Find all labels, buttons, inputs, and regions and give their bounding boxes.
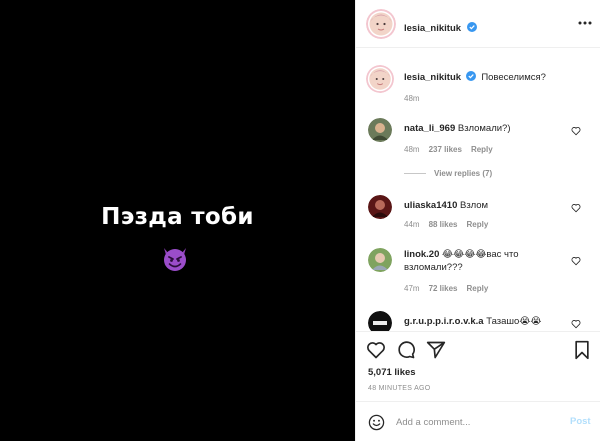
post-actions: 5,071 likes 48 MINUTES AGO (356, 331, 600, 401)
add-comment-bar: Post (356, 401, 600, 441)
caption-avatar[interactable] (366, 65, 394, 93)
comment-time[interactable]: 44m (404, 220, 420, 229)
avatar-image (366, 9, 396, 39)
caption-text: Повеселимся? (481, 72, 546, 83)
comment-line: nata_li_969 Взломали?) (404, 123, 511, 134)
comment-avatar[interactable] (368, 248, 392, 272)
avatar-image (366, 65, 394, 93)
avatar-image (368, 195, 392, 219)
comment-username[interactable]: linok.20 (404, 249, 439, 260)
reply-button[interactable]: Reply (466, 220, 488, 229)
bookmark-icon[interactable] (572, 340, 592, 360)
likes-count[interactable]: 5,071 likes (368, 367, 416, 378)
avatar-image (368, 248, 392, 272)
comment-bubble-icon[interactable] (396, 340, 416, 360)
like-comment-heart-icon[interactable] (571, 256, 581, 266)
reply-button[interactable]: Reply (471, 145, 493, 154)
comment-username[interactable]: uliaska1410 (404, 200, 457, 211)
verified-badge-icon (467, 22, 478, 32)
emoji-smile-icon[interactable] (368, 414, 385, 431)
view-replies-label: View replies (7) (434, 169, 493, 178)
comments-list[interactable]: lesia_nikituk Повеселимся? 48m nata_li_9… (356, 49, 600, 331)
add-comment-input[interactable] (396, 414, 556, 430)
comment-text: Тазашо😭😭 (486, 316, 542, 327)
post-timestamp[interactable]: 48 MINUTES AGO (368, 385, 431, 392)
avatar-image (368, 118, 392, 142)
comment-line: g.r.u.p.p.i.r.o.v.k.a Тазашо😭😭 (404, 316, 542, 327)
post-side-panel: lesia_nikituk lesia_nikituk Повеселимся?… (355, 0, 600, 441)
like-comment-heart-icon[interactable] (571, 319, 581, 329)
comment-time[interactable]: 48m (404, 145, 420, 154)
more-options-icon[interactable] (578, 20, 592, 26)
comment-likes[interactable]: 237 likes (429, 145, 462, 154)
replies-divider (404, 173, 426, 175)
post-header: lesia_nikituk (356, 0, 600, 48)
verified-badge-icon (465, 71, 476, 81)
comment-meta: 44m 88 likes Reply (404, 220, 497, 229)
comment-line: uliaska1410 Взлом (404, 200, 488, 211)
comment-username[interactable]: nata_li_969 (404, 123, 455, 134)
comment-username[interactable]: g.r.u.p.p.i.r.o.v.k.a (404, 316, 484, 327)
comment-avatar[interactable] (368, 118, 392, 142)
comment-meta: 47m 72 likes Reply (404, 284, 497, 293)
like-heart-icon[interactable] (366, 340, 386, 360)
share-send-icon[interactable] (426, 340, 446, 360)
post-media[interactable]: Пэзда тоби (0, 0, 355, 441)
comment-avatar[interactable] (368, 311, 392, 331)
avatar[interactable] (366, 9, 396, 39)
comment-meta: 48m 237 likes Reply (404, 145, 502, 154)
comment-avatar[interactable] (368, 195, 392, 219)
avatar-image (368, 311, 392, 331)
comment-likes[interactable]: 88 likes (429, 220, 458, 229)
caption-username[interactable]: lesia_nikituk (404, 72, 461, 83)
view-replies-button[interactable]: View replies (7) (404, 169, 492, 178)
like-comment-heart-icon[interactable] (571, 203, 581, 213)
comment-text: Взлом (460, 200, 489, 211)
post-comment-button[interactable]: Post (570, 416, 591, 427)
comment-text: Взломали?) (457, 123, 511, 134)
devil-emoji-icon (164, 248, 186, 271)
caption-time: 48m (404, 94, 420, 103)
like-comment-heart-icon[interactable] (571, 126, 581, 136)
comment-time[interactable]: 47m (404, 284, 420, 293)
post-media-text: Пэзда тоби (101, 204, 254, 230)
header-username-row: lesia_nikituk (404, 18, 478, 36)
caption: lesia_nikituk Повеселимся? (404, 71, 546, 83)
comment-likes[interactable]: 72 likes (429, 284, 458, 293)
comment-line: linok.20 😂😂😂😂вас что взломали??? (404, 248, 554, 274)
header-username[interactable]: lesia_nikituk (404, 23, 461, 34)
reply-button[interactable]: Reply (466, 284, 488, 293)
